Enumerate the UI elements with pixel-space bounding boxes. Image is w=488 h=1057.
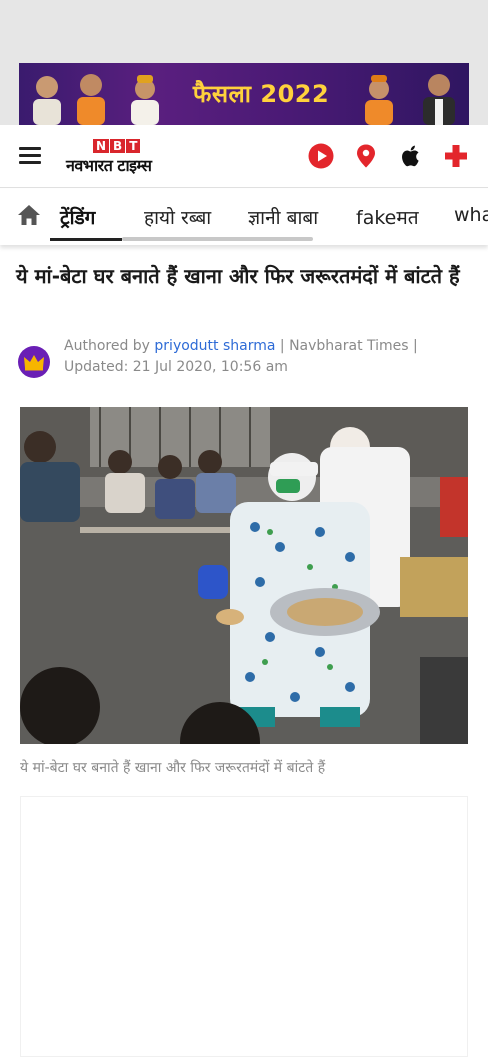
site-header: N B T नवभारत टाइम्स [0,125,488,188]
nav-item-more[interactable]: wha [454,204,488,226]
author-avatar[interactable] [18,346,50,378]
nav-item-fakemat[interactable]: fakeमत [356,204,419,230]
play-icon[interactable] [308,143,334,169]
article-photo[interactable] [20,407,468,744]
updated-timestamp: Updated: 21 Jul 2020, 10:56 am [64,359,288,375]
active-tab-indicator [50,238,122,241]
author-link[interactable]: priyodutt sharma [154,338,275,354]
logo-name: नवभारत टाइम्स [66,156,152,175]
logo-badge: N B T [93,139,141,153]
nav-item-trending[interactable]: ट्रेंडिंग [60,204,95,230]
byline-prefix: Authored by [64,338,150,354]
logo-badge-letter: T [126,139,141,153]
menu-icon[interactable] [19,147,41,165]
ad-banner[interactable]: फैसला 2022 [19,63,469,125]
ad-banner-text: फैसला 2022 [192,80,330,108]
byline-separator: | [279,338,285,354]
nav-item-gyani-baba[interactable]: ज्ञानी बाबा [248,204,318,230]
logo-badge-letter: B [110,139,126,153]
article-headline: ये मां-बेटा घर बनाते हैं खाना और फिर जरू… [16,264,460,288]
article-byline: Authored by priyodutt sharma | Navbharat… [64,336,464,378]
location-pin-icon[interactable] [353,143,379,169]
site-logo[interactable]: N B T नवभारत टाइम्स [66,139,170,175]
nav-scrollbar[interactable] [122,237,313,241]
apple-icon[interactable] [398,143,424,169]
image-caption: ये मां-बेटा घर बनाते हैं खाना और फिर जरू… [20,760,326,776]
category-nav: ट्रेंडिंग हायो रब्बा ज्ञानी बाबा fakeमत … [0,189,488,245]
crown-icon [24,355,44,371]
home-icon[interactable] [16,203,42,227]
ad-people-right-image [365,74,455,125]
plus-icon[interactable] [443,143,469,169]
byline-separator: | [413,338,418,354]
article-photo-image [20,407,468,744]
ad-placeholder [20,796,468,1057]
nav-item-hayo-rabba[interactable]: हायो रब्बा [144,204,211,230]
logo-badge-letter: N [93,139,110,153]
publication-name: Navbharat Times [289,338,409,354]
ad-people-left-image [33,74,159,125]
